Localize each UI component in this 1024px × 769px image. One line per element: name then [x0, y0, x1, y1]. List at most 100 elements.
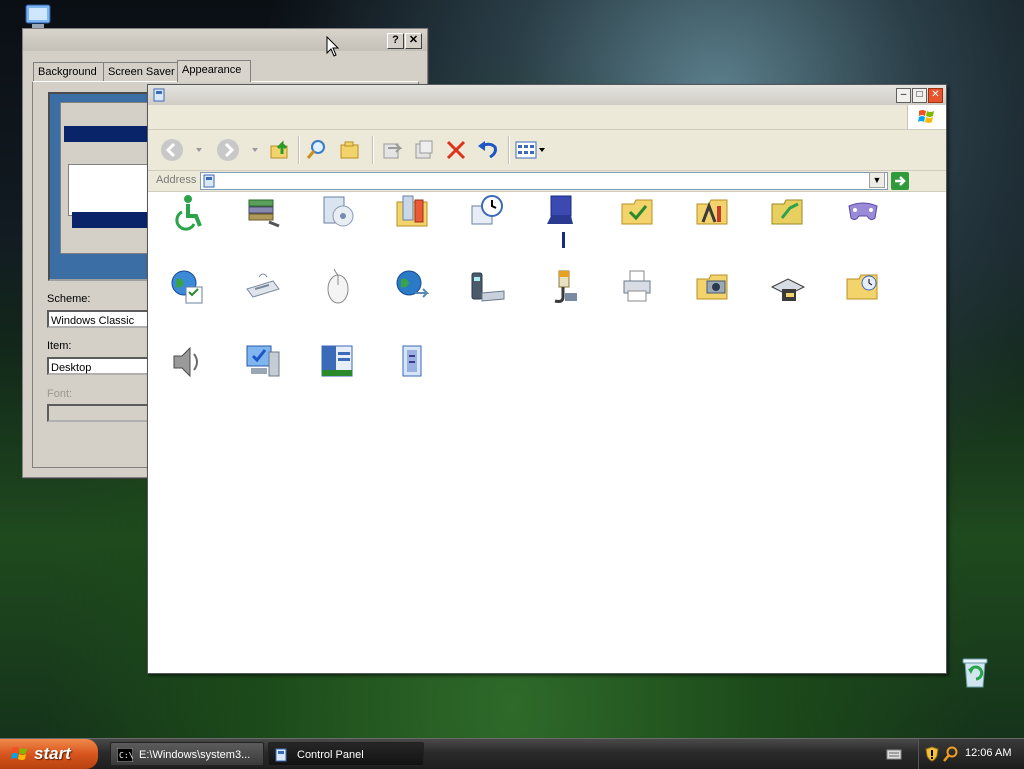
command-prompt-icon: C:\: [117, 748, 133, 762]
keyboard-layout-icon[interactable]: [886, 747, 902, 761]
power-options-icon[interactable]: [543, 267, 583, 307]
close-button[interactable]: ✕: [928, 88, 943, 103]
internet-options-icon[interactable]: [168, 267, 208, 307]
minimize-button[interactable]: –: [896, 88, 911, 103]
scheme-select[interactable]: Windows Classic: [47, 310, 157, 328]
scheduled-tasks-icon[interactable]: [768, 267, 808, 307]
forward-button[interactable]: [214, 136, 242, 164]
delete-button[interactable]: [442, 136, 470, 164]
windows-logo: [907, 105, 946, 129]
folder-share-icon[interactable]: [768, 192, 808, 232]
item-label: Item:: [47, 340, 72, 352]
network-connections-icon[interactable]: [393, 267, 433, 307]
folder-options-2-icon[interactable]: [843, 267, 883, 307]
mouse-icon[interactable]: [318, 267, 358, 307]
address-dropdown-button[interactable]: ▼: [869, 172, 885, 188]
control-panel-window-icon: [153, 88, 165, 102]
up-button[interactable]: [266, 136, 294, 164]
tab-appearance[interactable]: Appearance: [177, 60, 251, 82]
preview-titlebar: [64, 126, 160, 142]
selection-marker: [562, 232, 565, 248]
keyboard-icon[interactable]: [243, 267, 283, 307]
tab-screen-saver[interactable]: Screen Saver: [103, 62, 181, 81]
add-hardware-icon[interactable]: [243, 192, 283, 232]
cursor-icon: [326, 36, 340, 57]
scheme-label: Scheme:: [47, 293, 91, 305]
up-folder-icon: [270, 140, 288, 159]
move-to-button[interactable]: [378, 136, 406, 164]
taskbar: start C:\ E:\Windows\system3... Control …: [0, 738, 1024, 769]
search-icon[interactable]: [943, 746, 959, 762]
user-accounts-icon[interactable]: [393, 342, 433, 382]
menu-bar: [148, 105, 946, 130]
task-command-prompt[interactable]: C:\ E:\Windows\system3...: [110, 742, 264, 766]
views-icon: [515, 141, 545, 159]
dialog-close-button[interactable]: ✕: [405, 33, 422, 49]
game-controllers-icon[interactable]: [843, 192, 883, 232]
back-dropdown-icon[interactable]: [196, 148, 202, 152]
system-tray: 12:06 AM: [918, 739, 1024, 769]
help-button[interactable]: ?: [387, 33, 404, 49]
search-button[interactable]: [302, 136, 330, 164]
svg-text:C:\: C:\: [119, 751, 133, 760]
start-button[interactable]: start: [0, 739, 98, 769]
recycle-bin-icon[interactable]: [958, 656, 992, 690]
date-time-icon[interactable]: [468, 192, 508, 232]
administrative-tools-icon[interactable]: [393, 192, 433, 232]
move-to-icon: [383, 143, 403, 159]
control-panel-window: – □ ✕ Address ▼: [147, 84, 947, 674]
control-panel-icons: [148, 192, 946, 673]
windows-flag-icon: [918, 110, 934, 123]
control-panel-task-icon: [275, 748, 287, 762]
forward-dropdown-icon[interactable]: [252, 148, 258, 152]
scanners-cameras-icon[interactable]: [693, 267, 733, 307]
toolbar-separator: [298, 136, 300, 164]
task-control-panel[interactable]: Control Panel: [268, 742, 424, 766]
windows-flag-icon: [11, 747, 27, 760]
copy-to-button[interactable]: [410, 136, 438, 164]
control-panel-address-icon: [203, 174, 215, 188]
maximize-button[interactable]: □: [912, 88, 927, 103]
sounds-icon[interactable]: [168, 342, 208, 382]
task-label: E:\Windows\system3...: [139, 749, 251, 761]
tab-background[interactable]: Background: [33, 62, 107, 81]
appearance-preview: [48, 92, 162, 281]
standard-toolbar: [148, 130, 946, 171]
copy-to-icon: [415, 140, 433, 159]
folder-options-icon[interactable]: [618, 192, 658, 232]
folders-icon: [340, 141, 359, 159]
forward-icon: [217, 139, 239, 161]
toolbar-separator: [372, 136, 374, 164]
display-icon[interactable]: [543, 192, 583, 232]
font-label: Font:: [47, 388, 73, 400]
views-button[interactable]: [512, 136, 548, 164]
accessibility-icon[interactable]: [168, 192, 208, 232]
font-select: [47, 404, 157, 422]
address-label: Address: [156, 174, 197, 186]
system-icon[interactable]: [243, 342, 283, 382]
security-shield-icon[interactable]: [925, 746, 939, 762]
dialog-titlebar[interactable]: ? ✕: [23, 29, 427, 51]
go-arrow-icon: [895, 176, 906, 186]
printers-icon[interactable]: [618, 267, 658, 307]
phone-modem-icon[interactable]: [468, 267, 508, 307]
cp-titlebar[interactable]: – □ ✕: [148, 85, 946, 105]
search-icon: [306, 140, 325, 159]
clock[interactable]: 12:06 AM: [965, 747, 1011, 759]
go-button[interactable]: [891, 172, 909, 190]
undo-button[interactable]: [474, 136, 502, 164]
address-bar: Address ▼: [148, 171, 946, 192]
task-label: Control Panel: [297, 749, 364, 761]
add-remove-programs-icon[interactable]: [318, 192, 358, 232]
start-label: start: [34, 744, 71, 763]
delete-icon: [446, 140, 466, 160]
back-icon: [161, 139, 183, 161]
undo-icon: [478, 141, 497, 159]
toolbar-separator: [508, 136, 510, 164]
item-select[interactable]: Desktop: [47, 357, 157, 375]
address-input[interactable]: [200, 172, 888, 190]
folders-button[interactable]: [336, 136, 364, 164]
taskbar-start-menu-icon[interactable]: [318, 342, 358, 382]
fonts-icon[interactable]: [693, 192, 733, 232]
back-button[interactable]: [158, 136, 186, 164]
